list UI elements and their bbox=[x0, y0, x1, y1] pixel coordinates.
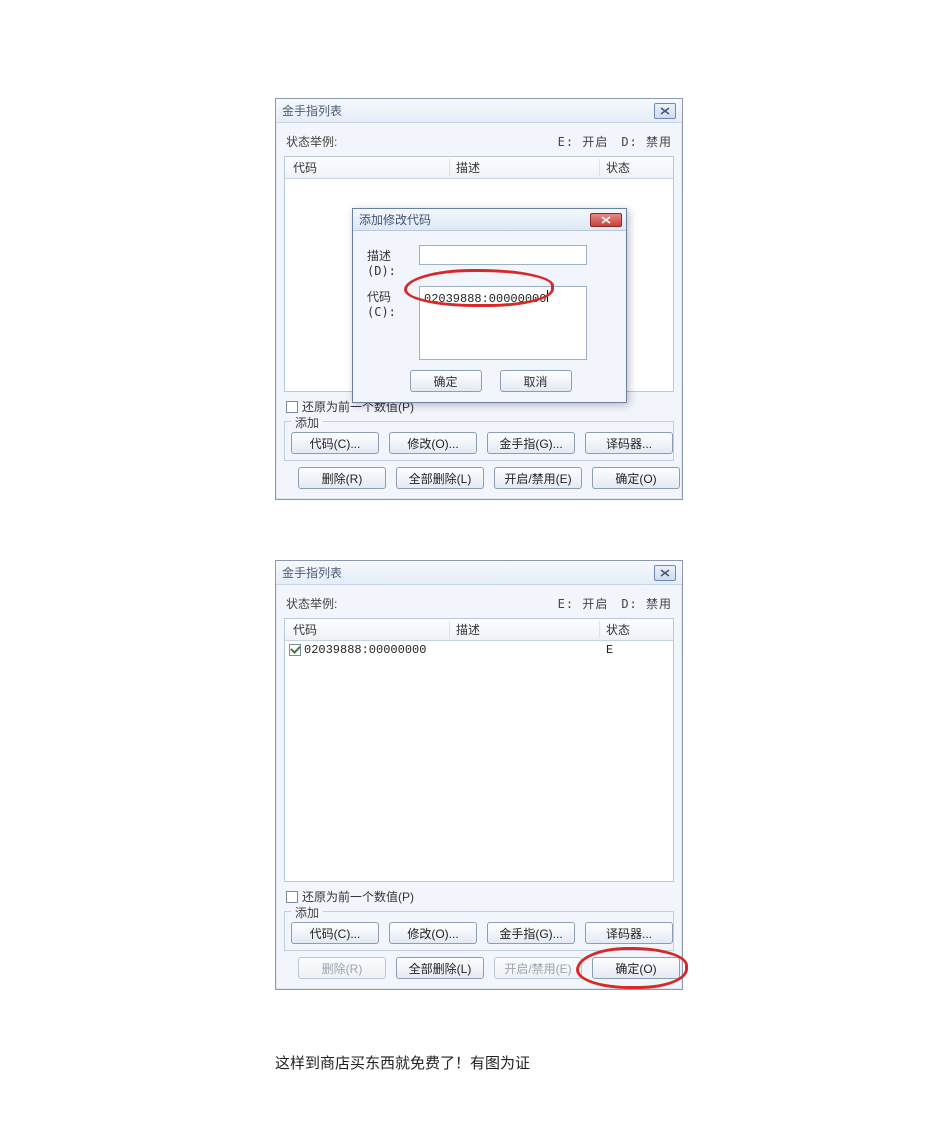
restore-previous-checkbox[interactable]: 还原为前一个数值(P) bbox=[284, 882, 674, 909]
status-label: 状态举例: bbox=[286, 133, 337, 150]
delete-all-button[interactable]: 全部删除(L) bbox=[396, 467, 484, 489]
row-code: 02039888:00000000 bbox=[304, 643, 426, 657]
cheat-list[interactable]: 代码 描述 状态 02039888:00000000 E bbox=[284, 618, 674, 882]
toggle-button[interactable]: 开启/禁用(E) bbox=[494, 957, 582, 979]
add-group: 添加 代码(C)... 修改(O)... 金手指(G)... 译码器... bbox=[284, 911, 674, 951]
add-group: 添加 代码(C)... 修改(O)... 金手指(G)... 译码器... bbox=[284, 421, 674, 461]
checkbox-icon[interactable] bbox=[286, 401, 298, 413]
add-modify-code-dialog: 添加修改代码 描述(D): 代码(C): 02039888:00000000 bbox=[352, 208, 627, 403]
row-checkbox-icon[interactable] bbox=[289, 644, 301, 656]
delete-button[interactable]: 删除(R) bbox=[298, 467, 386, 489]
code-value: 02039888:00000000 bbox=[424, 292, 546, 306]
list-body[interactable]: 02039888:00000000 E bbox=[285, 641, 673, 881]
restore-label: 还原为前一个数值(P) bbox=[302, 888, 414, 905]
column-status[interactable]: 状态 bbox=[600, 159, 673, 176]
status-legend: 状态举例: E: 开启 D: 禁用 bbox=[284, 129, 674, 156]
toggle-button[interactable]: 开启/禁用(E) bbox=[494, 467, 582, 489]
dialog-titlebar[interactable]: 添加修改代码 bbox=[353, 209, 626, 231]
table-row[interactable]: 02039888:00000000 E bbox=[285, 641, 673, 659]
decoder-button[interactable]: 译码器... bbox=[585, 922, 673, 944]
window-title: 金手指列表 bbox=[282, 102, 654, 119]
close-icon[interactable] bbox=[590, 213, 622, 227]
description-field[interactable] bbox=[419, 245, 587, 265]
dialog-cancel-button[interactable]: 取消 bbox=[500, 370, 572, 392]
window-titlebar[interactable]: 金手指列表 bbox=[276, 561, 682, 585]
close-icon[interactable] bbox=[654, 565, 676, 581]
status-examples: E: 开启 D: 禁用 bbox=[558, 595, 672, 612]
row-status: E bbox=[600, 643, 673, 657]
window-titlebar[interactable]: 金手指列表 bbox=[276, 99, 682, 123]
list-header: 代码 描述 状态 bbox=[285, 619, 673, 641]
modify-button[interactable]: 修改(O)... bbox=[389, 432, 477, 454]
checkbox-icon[interactable] bbox=[286, 891, 298, 903]
desc-label: 描述(D): bbox=[367, 245, 419, 278]
close-icon[interactable] bbox=[654, 103, 676, 119]
column-status[interactable]: 状态 bbox=[600, 621, 673, 638]
add-code-button[interactable]: 代码(C)... bbox=[291, 922, 379, 944]
dialog-ok-button[interactable]: 确定 bbox=[410, 370, 482, 392]
decoder-button[interactable]: 译码器... bbox=[585, 432, 673, 454]
add-legend: 添加 bbox=[291, 904, 323, 921]
caption-text: 这样到商店买东西就免费了！有图为证 bbox=[275, 1052, 530, 1073]
code-label: 代码(C): bbox=[367, 286, 419, 319]
delete-button[interactable]: 删除(R) bbox=[298, 957, 386, 979]
dialog-title: 添加修改代码 bbox=[357, 211, 590, 228]
text-caret bbox=[547, 290, 548, 302]
cheat-button[interactable]: 金手指(G)... bbox=[487, 922, 575, 944]
code-field[interactable]: 02039888:00000000 bbox=[419, 286, 587, 360]
add-legend: 添加 bbox=[291, 414, 323, 431]
list-header: 代码 描述 状态 bbox=[285, 157, 673, 179]
cheat-button[interactable]: 金手指(G)... bbox=[487, 432, 575, 454]
status-examples: E: 开启 D: 禁用 bbox=[558, 133, 672, 150]
delete-all-button[interactable]: 全部删除(L) bbox=[396, 957, 484, 979]
modify-button[interactable]: 修改(O)... bbox=[389, 922, 477, 944]
add-code-button[interactable]: 代码(C)... bbox=[291, 432, 379, 454]
ok-button[interactable]: 确定(O) bbox=[592, 957, 680, 979]
ok-button[interactable]: 确定(O) bbox=[592, 467, 680, 489]
column-code[interactable]: 代码 bbox=[285, 621, 450, 638]
window-title: 金手指列表 bbox=[282, 564, 654, 581]
column-code[interactable]: 代码 bbox=[285, 159, 450, 176]
cheat-list-window: 金手指列表 状态举例: E: 开启 D: 禁用 代码 描述 状态 bbox=[275, 560, 683, 990]
status-legend: 状态举例: E: 开启 D: 禁用 bbox=[284, 591, 674, 618]
column-desc[interactable]: 描述 bbox=[450, 159, 600, 176]
column-desc[interactable]: 描述 bbox=[450, 621, 600, 638]
status-label: 状态举例: bbox=[286, 595, 337, 612]
